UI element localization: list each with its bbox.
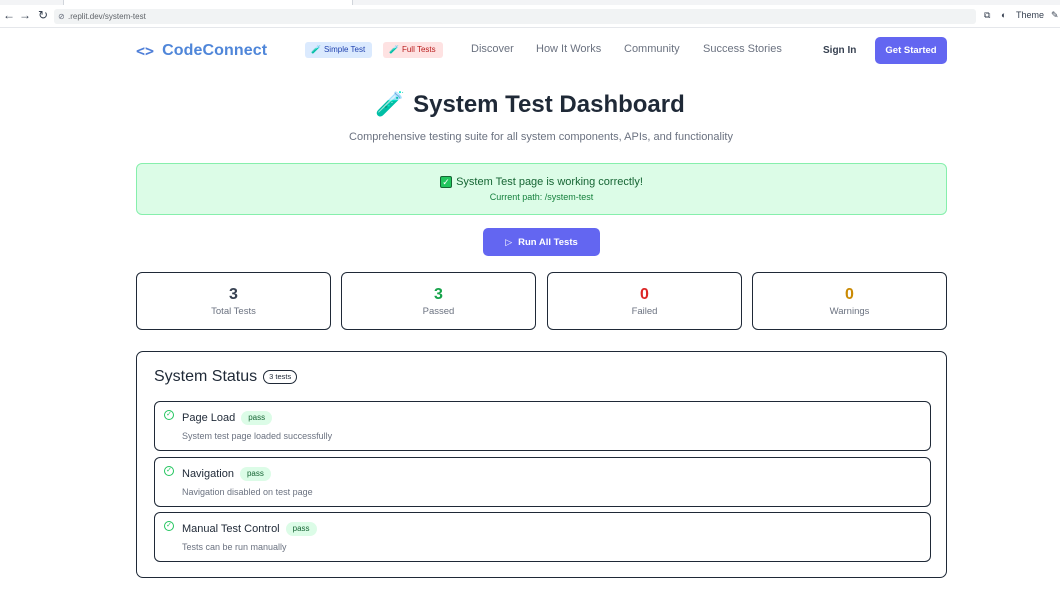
check-circle-icon: ✓ [164, 521, 174, 531]
palette-icon[interactable]: ◐ [1001, 10, 1006, 20]
test-description: Tests can be run manually [182, 542, 287, 552]
browser-toolbar: ← → ↻ ⊘ .replit.dev/system-test ⧉ ◐ Them… [0, 0, 1060, 28]
stat-card-total: 3 Total Tests [136, 272, 331, 330]
test-item-navigation: ✓ Navigation pass Navigation disabled on… [154, 457, 931, 507]
system-status-header: System Status 3 tests [154, 368, 298, 386]
stat-value: 0 [845, 286, 854, 303]
page-title: System Test Dashboard [413, 91, 685, 118]
test-item-manual-test-control: ✓ Manual Test Control pass Tests can be … [154, 512, 931, 562]
check-circle-icon: ✓ [164, 410, 174, 420]
brand-name: CodeConnect [162, 42, 268, 59]
test-count-badge: 3 tests [263, 370, 298, 384]
status-badge: pass [239, 467, 271, 481]
back-icon[interactable]: ← [2, 8, 16, 22]
stat-label: Warnings [829, 306, 870, 317]
simple-test-label: Simple Test [323, 45, 366, 54]
stat-label: Failed [631, 306, 658, 317]
nav-link-community[interactable]: Community [624, 43, 680, 55]
site-info-icon[interactable]: ⊘ [58, 9, 65, 24]
tab-strip [0, 0, 1060, 5]
pencil-icon[interactable]: ✎ [1051, 10, 1059, 21]
check-circle-icon: ✓ [164, 466, 174, 476]
system-status-heading: System Status [154, 368, 258, 385]
sign-in-button[interactable]: Sign In [823, 45, 856, 56]
nav-link-how-it-works[interactable]: How It Works [536, 43, 601, 55]
system-status-card: System Status 3 tests ✓ Page Load pass S… [136, 351, 947, 578]
stat-value: 0 [640, 286, 649, 303]
stat-value: 3 [434, 286, 443, 303]
status-badge: pass [241, 411, 273, 425]
reload-icon[interactable]: ↻ [36, 8, 50, 22]
forward-icon[interactable]: → [18, 8, 32, 22]
nav-link-success-stories[interactable]: Success Stories [703, 43, 782, 55]
test-name: Page Load [182, 412, 236, 424]
page-subtitle: Comprehensive testing suite for all syst… [349, 131, 733, 143]
address-bar[interactable]: ⊘ .replit.dev/system-test [54, 9, 976, 24]
stat-label: Total Tests [211, 306, 256, 317]
test-name: Manual Test Control [182, 523, 280, 535]
banner-message: System Test page is working correctly! [456, 176, 643, 188]
test-tube-icon: 🧪 [389, 45, 399, 54]
run-all-tests-button[interactable]: ▷ Run All Tests [483, 228, 600, 256]
test-tube-icon: 🧪 [311, 45, 321, 54]
nav-link-discover[interactable]: Discover [471, 43, 514, 55]
status-badge: pass [285, 522, 317, 536]
test-item-page-load: ✓ Page Load pass System test page loaded… [154, 401, 931, 451]
full-tests-label: Full Tests [401, 45, 436, 54]
translate-icon[interactable]: ⧉ [984, 10, 990, 21]
play-icon: ▷ [505, 236, 513, 247]
success-banner: ✓ System Test page is working correctly!… [136, 163, 947, 215]
test-name: Navigation [182, 468, 234, 480]
stat-card-warnings: 0 Warnings [752, 272, 947, 330]
browser-tab[interactable] [63, 0, 353, 5]
page-header: 🧪 System Test Dashboard [0, 90, 1060, 120]
current-path: Current path: /system-test [489, 192, 594, 202]
get-started-button[interactable]: Get Started [875, 37, 947, 64]
stat-card-failed: 0 Failed [547, 272, 742, 330]
check-mark-icon: ✓ [440, 176, 453, 188]
test-description: System test page loaded successfully [182, 431, 333, 441]
test-description: Navigation disabled on test page [182, 487, 313, 497]
stat-card-passed: 3 Passed [341, 272, 536, 330]
url-text: .replit.dev/system-test [68, 12, 146, 21]
full-tests-button[interactable]: 🧪 Full Tests [383, 42, 443, 58]
theme-button[interactable]: Theme [1016, 10, 1044, 20]
run-all-tests-label: Run All Tests [518, 236, 578, 248]
stat-label: Passed [422, 306, 455, 317]
simple-test-button[interactable]: 🧪 Simple Test [305, 42, 372, 58]
brand-logo[interactable]: <> CodeConnect [136, 40, 267, 62]
test-tube-icon: 🧪 [375, 91, 406, 118]
code-icon: <> [136, 42, 155, 60]
stat-value: 3 [229, 286, 238, 303]
